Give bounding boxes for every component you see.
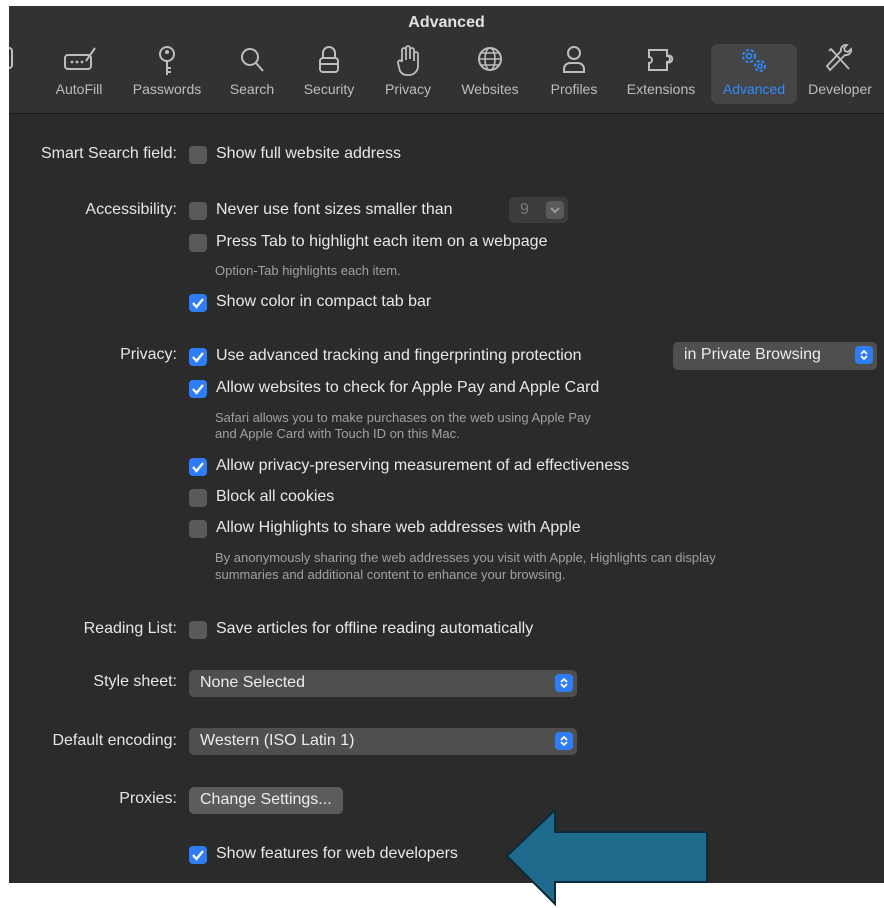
toolbar-item-profiles[interactable]: Profiles: [542, 44, 606, 104]
toolbar-item-developer[interactable]: Developer: [797, 44, 883, 104]
tools-icon: [825, 44, 852, 72]
toolbar-item-search[interactable]: Search: [222, 44, 282, 104]
lock-icon: [319, 46, 339, 73]
toolbar-label: Privacy: [385, 81, 431, 97]
ad-measurement-checkbox[interactable]: [189, 458, 207, 476]
annotation-arrow: [505, 808, 708, 906]
preferences-window: Advanced s AutoFill Passwords: [9, 6, 884, 883]
show-full-address-label: Show full website address: [216, 145, 401, 162]
web-developer-features-checkbox[interactable]: [189, 846, 207, 864]
toolbar-label: Extensions: [626, 81, 696, 97]
checkmark-icon: [192, 462, 204, 473]
default-encoding-label: Default encoding:: [52, 732, 177, 749]
toolbar-item-general[interactable]: s: [9, 44, 19, 104]
apple-pay-help-line-1: Safari allows you to make purchases on t…: [215, 410, 591, 425]
min-font-size-popup[interactable]: 9: [509, 197, 568, 223]
key-icon: [159, 46, 175, 75]
apple-pay-label: Allow websites to check for Apple Pay an…: [216, 379, 600, 396]
tab-highlight-label: Press Tab to highlight each item on a we…: [216, 233, 548, 250]
toolbar-label: Security: [303, 81, 355, 97]
offline-reading-label: Save articles for offline reading automa…: [216, 620, 534, 637]
style-sheet-popup[interactable]: None Selected: [189, 670, 577, 697]
checkmark-icon: [192, 850, 204, 861]
default-encoding-value: Western (ISO Latin 1): [200, 732, 355, 749]
show-full-address-checkbox[interactable]: [189, 146, 207, 164]
style-sheet-label: Style sheet:: [93, 673, 177, 690]
toolbar-item-passwords[interactable]: Passwords: [125, 44, 209, 104]
apple-pay-checkbox[interactable]: [189, 380, 207, 398]
toolbar-label: Passwords: [132, 81, 202, 97]
toolbar-label: Profiles: [550, 81, 598, 97]
reading-list-label: Reading List:: [83, 620, 177, 637]
tracking-protection-checkbox[interactable]: [189, 348, 207, 366]
globe-icon: [478, 47, 502, 71]
accessibility-label: Accessibility:: [85, 201, 177, 218]
style-sheet-value: None Selected: [200, 674, 305, 691]
tracking-protection-label: Use advanced tracking and fingerprinting…: [216, 347, 582, 364]
min-font-size-label: Never use font sizes smaller than: [216, 201, 453, 218]
window-title: Advanced: [408, 14, 485, 31]
change-proxy-settings-button[interactable]: Change Settings...: [189, 787, 343, 814]
toolbar-item-advanced[interactable]: Advanced: [711, 44, 797, 104]
hand-icon: [397, 45, 419, 76]
highlights-help-line-2: summaries and additional content to enha…: [215, 567, 566, 582]
tab-highlight-help: Option-Tab highlights each item.: [215, 263, 401, 278]
web-developer-features-label: Show features for web developers: [216, 845, 458, 862]
up-down-chevron-icon: [555, 674, 573, 692]
smart-search-label: Smart Search field:: [40, 145, 177, 162]
magnifier-icon: [241, 48, 264, 72]
toolbar-item-extensions[interactable]: Extensions: [616, 44, 706, 104]
ad-measurement-label: Allow privacy-preserving measurement of …: [216, 457, 630, 474]
compact-tab-color-checkbox[interactable]: [189, 294, 207, 312]
block-cookies-label: Block all cookies: [216, 488, 335, 505]
highlights-checkbox[interactable]: [189, 520, 207, 538]
compact-tab-color-label: Show color in compact tab bar: [216, 293, 432, 310]
apple-pay-help-line-2: and Apple Card with Touch ID on this Mac…: [215, 426, 460, 441]
checkmark-icon: [192, 298, 204, 309]
general-icon: [9, 47, 13, 69]
toolbar-label: Search: [229, 81, 275, 97]
autofill-icon: [64, 47, 96, 70]
toolbar-item-websites[interactable]: Websites: [452, 44, 528, 104]
toolbar-label: s: [9, 81, 19, 97]
toolbar-label: AutoFill: [55, 81, 103, 97]
proxies-label: Proxies:: [119, 790, 177, 807]
min-font-size-checkbox[interactable]: [189, 202, 207, 220]
toolbar-label: Websites: [461, 81, 519, 97]
highlights-label: Allow Highlights to share web addresses …: [216, 519, 581, 536]
toolbar-item-security[interactable]: Security: [296, 44, 362, 104]
block-cookies-checkbox[interactable]: [189, 489, 207, 507]
default-encoding-popup[interactable]: Western (ISO Latin 1): [189, 728, 577, 755]
toolbar-item-autofill[interactable]: AutoFill: [47, 44, 111, 104]
offline-reading-checkbox[interactable]: [189, 621, 207, 639]
min-font-size-value: 9: [520, 201, 529, 218]
privacy-label: Privacy:: [120, 346, 177, 363]
chevron-down-icon: [546, 201, 564, 219]
gears-icon: [742, 49, 766, 72]
up-down-chevron-icon: [855, 346, 873, 364]
checkmark-icon: [192, 352, 204, 363]
checkmark-icon: [192, 384, 204, 395]
tab-highlight-checkbox[interactable]: [189, 234, 207, 252]
up-down-chevron-icon: [555, 732, 573, 750]
toolbar-label: Advanced: [722, 81, 786, 97]
highlights-help-line-1: By anonymously sharing the web addresses…: [215, 550, 716, 565]
tracking-scope-popup[interactable]: in Private Browsing: [673, 342, 877, 370]
tracking-scope-value: in Private Browsing: [684, 346, 821, 363]
person-icon: [563, 46, 585, 73]
toolbar-item-privacy[interactable]: Privacy: [377, 44, 439, 104]
toolbar: Advanced s AutoFill Passwords: [9, 6, 884, 114]
toolbar-label: Developer: [808, 81, 872, 97]
puzzle-icon: [648, 49, 674, 71]
